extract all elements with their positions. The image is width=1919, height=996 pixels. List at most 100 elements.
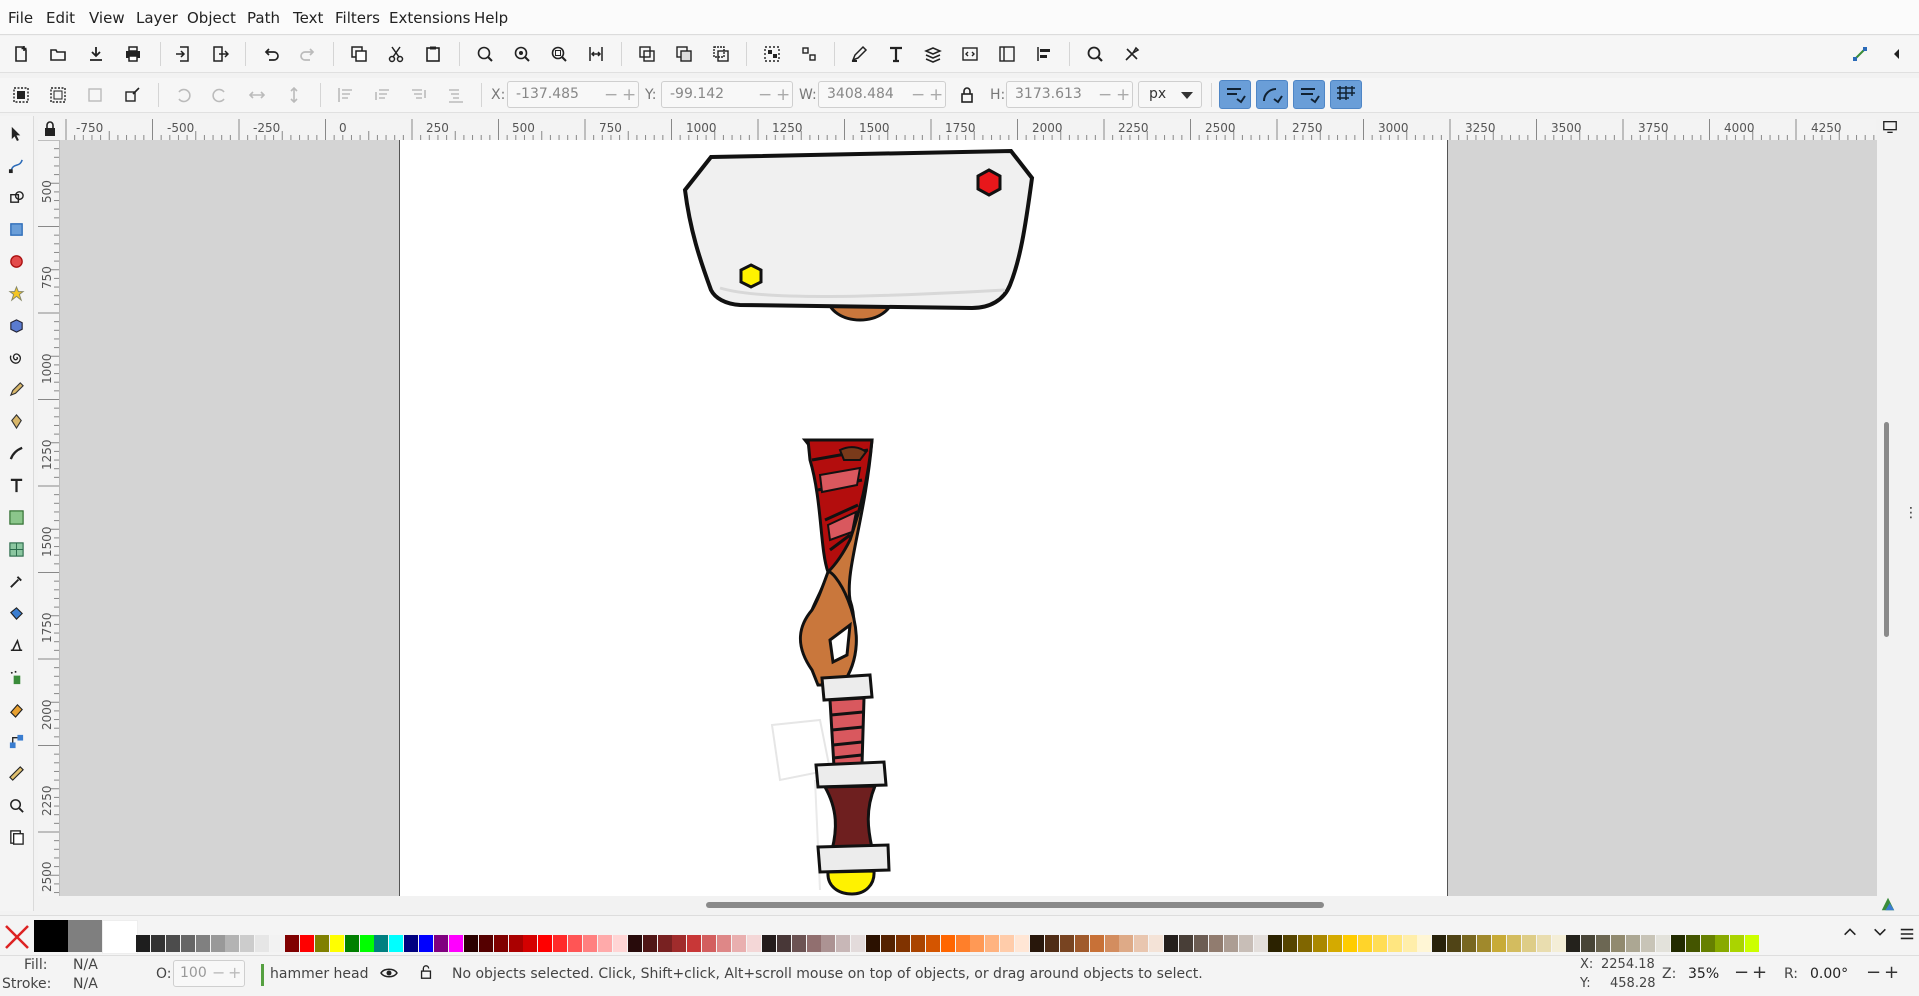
color-swatch[interactable] bbox=[1000, 935, 1015, 952]
align-distribute-icon[interactable] bbox=[1033, 43, 1055, 65]
objects-icon[interactable] bbox=[996, 43, 1018, 65]
color-swatch[interactable] bbox=[1506, 935, 1521, 952]
color-swatch[interactable] bbox=[672, 935, 687, 952]
scale-stroke-toggle[interactable] bbox=[1219, 80, 1251, 109]
opacity-field[interactable]: 100 − + bbox=[173, 960, 245, 987]
color-swatch[interactable] bbox=[299, 935, 314, 952]
color-swatch[interactable] bbox=[136, 935, 150, 952]
save-icon[interactable] bbox=[85, 43, 107, 65]
fill-stroke-icon[interactable] bbox=[848, 43, 870, 65]
color-swatch[interactable] bbox=[732, 935, 746, 952]
color-swatch[interactable] bbox=[1253, 935, 1268, 952]
color-swatch[interactable] bbox=[329, 935, 344, 952]
color-swatch[interactable] bbox=[210, 935, 225, 952]
color-swatch[interactable] bbox=[776, 935, 791, 952]
mesh-tool-icon[interactable] bbox=[6, 539, 26, 559]
select-all-layers-icon[interactable] bbox=[47, 84, 69, 106]
color-swatch[interactable] bbox=[1179, 935, 1193, 952]
no-paint-swatch[interactable] bbox=[2, 920, 32, 952]
print-icon[interactable] bbox=[122, 43, 144, 65]
color-swatch[interactable] bbox=[1655, 935, 1670, 952]
canvas[interactable] bbox=[60, 140, 1877, 896]
zoom-drawing-icon[interactable] bbox=[511, 43, 533, 65]
color-swatch[interactable] bbox=[806, 935, 821, 952]
rotate-ccw-icon[interactable] bbox=[172, 84, 194, 106]
y-increment-icon[interactable]: + bbox=[776, 85, 790, 105]
color-swatch[interactable] bbox=[597, 935, 612, 952]
color-swatch[interactable] bbox=[1298, 935, 1313, 952]
ungroup-icon[interactable] bbox=[798, 43, 820, 65]
hammer-pommel[interactable] bbox=[826, 869, 876, 896]
y-decrement-icon[interactable]: − bbox=[758, 85, 772, 105]
color-swatch[interactable] bbox=[881, 935, 895, 952]
unlink-clone-icon[interactable] bbox=[710, 43, 732, 65]
paste-icon[interactable] bbox=[422, 43, 444, 65]
spiral-tool-icon[interactable] bbox=[6, 347, 26, 367]
menu-file[interactable]: File bbox=[8, 9, 33, 27]
eraser-tool-icon[interactable] bbox=[6, 699, 26, 719]
color-swatch[interactable] bbox=[627, 935, 642, 952]
color-swatch[interactable] bbox=[866, 935, 881, 952]
rotate-decrement-icon[interactable]: − bbox=[1866, 962, 1881, 983]
panel-handle-icon[interactable]: ⋮ bbox=[1904, 505, 1918, 525]
color-swatch[interactable] bbox=[1596, 935, 1611, 952]
opacity-increment-icon[interactable]: + bbox=[228, 963, 241, 982]
color-swatch[interactable] bbox=[195, 935, 210, 952]
color-swatch[interactable] bbox=[910, 935, 925, 952]
node-tool-icon[interactable] bbox=[6, 155, 26, 175]
select-all-icon[interactable] bbox=[10, 84, 32, 106]
color-swatch[interactable] bbox=[717, 935, 732, 952]
color-swatch[interactable] bbox=[1074, 935, 1089, 952]
pages-tool-icon[interactable] bbox=[6, 827, 26, 847]
color-swatch[interactable] bbox=[955, 935, 970, 952]
color-swatch[interactable] bbox=[1030, 935, 1044, 952]
color-swatch[interactable] bbox=[1536, 935, 1551, 952]
color-swatch[interactable] bbox=[1059, 935, 1074, 952]
color-swatch[interactable] bbox=[225, 935, 240, 952]
y-field[interactable]: -99.142 − + bbox=[661, 81, 793, 108]
fill-value[interactable]: N/A bbox=[73, 957, 98, 973]
gradient-tool-icon[interactable] bbox=[6, 507, 26, 527]
color-swatch[interactable] bbox=[434, 935, 448, 952]
color-swatch[interactable] bbox=[1313, 935, 1328, 952]
zoom-selection-icon[interactable] bbox=[474, 43, 496, 65]
zoom-page-width-icon[interactable] bbox=[585, 43, 607, 65]
color-swatch[interactable] bbox=[1357, 935, 1372, 952]
color-swatch[interactable] bbox=[359, 935, 374, 952]
3d-box-tool-icon[interactable] bbox=[6, 315, 26, 335]
h-decrement-icon[interactable]: − bbox=[1098, 85, 1112, 105]
color-swatch[interactable] bbox=[448, 935, 463, 952]
color-swatch[interactable] bbox=[568, 935, 583, 952]
color-swatch[interactable] bbox=[1566, 935, 1581, 952]
menu-edit[interactable]: Edit bbox=[46, 9, 75, 27]
palette-scroll-down-icon[interactable] bbox=[1872, 924, 1890, 944]
measure-tool-icon[interactable] bbox=[6, 763, 26, 783]
color-swatch[interactable] bbox=[285, 935, 299, 952]
flip-horizontal-icon[interactable] bbox=[246, 84, 268, 106]
handle-ring[interactable] bbox=[816, 843, 891, 874]
color-swatch[interactable] bbox=[851, 935, 866, 952]
tweak-tool-icon[interactable] bbox=[6, 635, 26, 655]
color-swatch[interactable] bbox=[1551, 935, 1566, 952]
menu-view[interactable]: View bbox=[89, 9, 125, 27]
color-swatch[interactable] bbox=[493, 935, 508, 952]
color-swatch[interactable] bbox=[940, 935, 955, 952]
rectangle-tool-icon[interactable] bbox=[6, 219, 26, 239]
lower-icon[interactable] bbox=[408, 84, 430, 106]
layer-visibility-icon[interactable] bbox=[380, 964, 400, 984]
text-font-icon[interactable] bbox=[885, 43, 907, 65]
duplicate-icon[interactable] bbox=[636, 43, 658, 65]
handle-ring[interactable] bbox=[820, 673, 874, 702]
pen-tool-icon[interactable] bbox=[6, 411, 26, 431]
horizontal-scroll-thumb[interactable] bbox=[706, 902, 1324, 908]
color-swatch[interactable] bbox=[1685, 935, 1700, 952]
menu-extensions[interactable]: Extensions bbox=[389, 9, 470, 27]
menu-text[interactable]: Text bbox=[293, 9, 323, 27]
paint-bucket-tool-icon[interactable] bbox=[6, 603, 26, 623]
current-layer[interactable]: hammer head bbox=[270, 966, 369, 982]
color-swatch[interactable] bbox=[1417, 935, 1432, 952]
color-swatch[interactable] bbox=[180, 935, 195, 952]
color-swatch[interactable] bbox=[612, 935, 627, 952]
palette-scroll-up-icon[interactable] bbox=[1842, 924, 1860, 944]
xml-editor-icon[interactable] bbox=[959, 43, 981, 65]
